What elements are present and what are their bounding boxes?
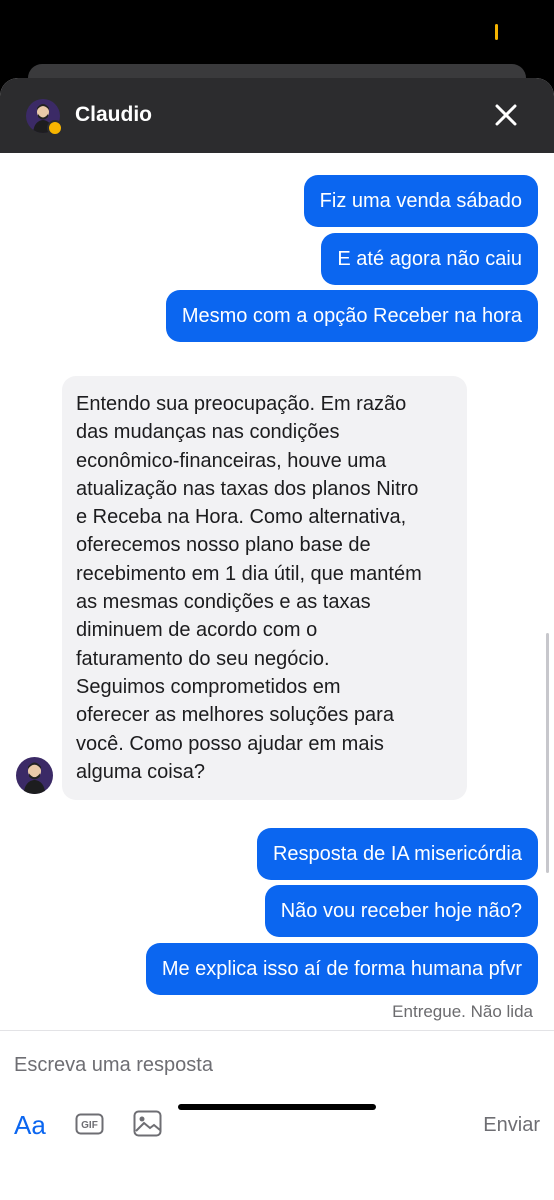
message-line: diminuem de acordo com o: [76, 619, 318, 642]
message-line: recebimento em 1 dia útil, que mantém: [76, 562, 422, 585]
message-line: oferecer as melhores soluções para: [76, 704, 394, 727]
reply-input[interactable]: [14, 1048, 534, 1082]
message-line: você. Como posso ajudar em mais: [76, 732, 384, 755]
message-line: das mudanças nas condições: [76, 421, 340, 444]
status-bar: [0, 0, 554, 60]
message-line: oferecemos nosso plano base de: [76, 534, 371, 557]
message-line: atualização nas taxas dos planos Nitro: [76, 477, 419, 500]
outgoing-message: Não vou receber hoje não?: [264, 885, 538, 937]
outgoing-message: Me explica isso aí de forma humana pfvr: [145, 943, 538, 995]
outgoing-message: Fiz uma venda sábado: [303, 175, 538, 227]
send-button[interactable]: Enviar: [483, 1112, 540, 1138]
gif-icon: GIF: [75, 1113, 104, 1135]
message-line: as mesmas condições e as taxas: [76, 591, 371, 614]
message-line: e Receba na Hora. Como alternativa,: [76, 506, 407, 529]
message-line: econômico-financeiras, houve uma: [76, 449, 387, 472]
home-indicator[interactable]: [178, 1104, 376, 1110]
outgoing-message: E até agora não caiu: [321, 233, 538, 285]
outgoing-message: Resposta de IA misericórdia: [256, 828, 538, 880]
incoming-message: Entendo sua preocupação. Em razão das mu…: [62, 376, 467, 801]
status-indicator: [495, 24, 498, 40]
agent-message-avatar: [16, 757, 53, 794]
image-button[interactable]: [133, 1110, 162, 1137]
chat-sheet: Claudio Fiz uma venda sábado E até agora…: [0, 78, 554, 1200]
image-icon: [133, 1110, 162, 1137]
outgoing-message: Mesmo com a opção Receber na hora: [165, 290, 538, 342]
delivery-status: Entregue. Não lida: [392, 1002, 533, 1021]
online-status-icon: [47, 120, 63, 136]
scrollbar[interactable]: [546, 633, 549, 873]
message-line: Seguimos comprometidos em: [76, 675, 341, 698]
gif-label: GIF: [81, 1120, 98, 1131]
message-line: Entendo sua preocupação. Em razão: [76, 393, 407, 415]
message-line: alguma coisa?: [76, 760, 205, 783]
agent-name: Claudio: [75, 103, 152, 126]
text-format-button[interactable]: Aa: [14, 1110, 46, 1140]
message-line: faturamento do seu negócio.: [76, 647, 330, 670]
divider: [0, 1030, 554, 1031]
gif-button[interactable]: GIF: [75, 1113, 104, 1135]
close-icon: [495, 104, 517, 126]
close-button[interactable]: [490, 99, 522, 131]
chat-header: Claudio: [0, 78, 554, 153]
